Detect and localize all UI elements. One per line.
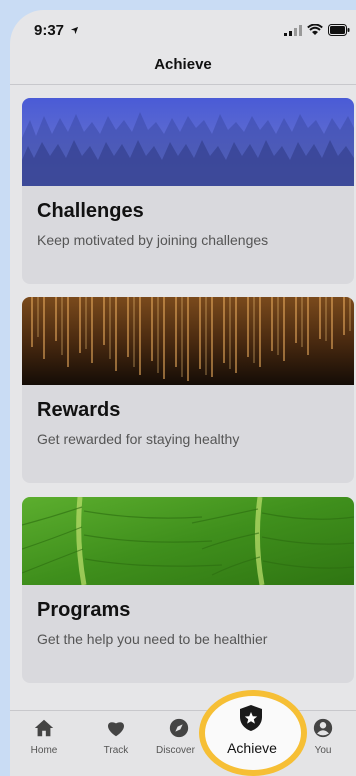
status-time: 9:37 <box>34 22 65 39</box>
tab-track-label: Track <box>103 745 129 756</box>
person-icon <box>313 718 333 738</box>
programs-subtitle: Get the help you need to be healthier <box>37 631 268 647</box>
challenges-title: Challenges <box>37 200 144 222</box>
tab-you-label: You <box>314 745 332 756</box>
rewards-title: Rewards <box>37 399 121 421</box>
tab-track[interactable]: Track <box>86 717 146 756</box>
wifi-icon <box>307 24 323 35</box>
tab-achieve[interactable] <box>199 690 307 776</box>
tab-achieve-label: Achieve <box>227 740 277 756</box>
tab-home[interactable]: Home <box>14 717 74 756</box>
home-icon <box>34 719 54 737</box>
battery-icon <box>328 24 350 36</box>
misty-forest-image <box>22 98 354 186</box>
heart-icon <box>108 722 124 737</box>
phone-screen: 9:37 Achieve Challenges Keep motivated b… <box>10 10 356 776</box>
rewards-subtitle: Get rewarded for staying healthy <box>37 431 240 447</box>
cellular-signal-icon <box>284 24 302 36</box>
status-bar: 9:37 <box>10 10 356 50</box>
header-divider <box>10 84 356 85</box>
challenges-subtitle: Keep motivated by joining challenges <box>37 232 269 248</box>
tab-discover[interactable]: Discover <box>156 717 202 756</box>
challenges-card[interactable]: Challenges Keep motivated by joining cha… <box>22 98 354 284</box>
page-title: Achieve <box>154 56 212 73</box>
programs-card[interactable]: Programs Get the help you need to be hea… <box>22 497 354 683</box>
golden-light-streaks-image <box>22 297 354 385</box>
compass-icon <box>169 718 189 738</box>
tab-home-label: Home <box>30 745 58 756</box>
green-leaf-image <box>22 497 354 585</box>
tab-discover-label: Discover <box>156 745 195 756</box>
rewards-card[interactable]: Rewards Get rewarded for staying healthy <box>22 297 354 483</box>
programs-title: Programs <box>37 599 131 621</box>
location-arrow-icon <box>70 26 79 35</box>
shield-star-icon <box>240 705 262 731</box>
